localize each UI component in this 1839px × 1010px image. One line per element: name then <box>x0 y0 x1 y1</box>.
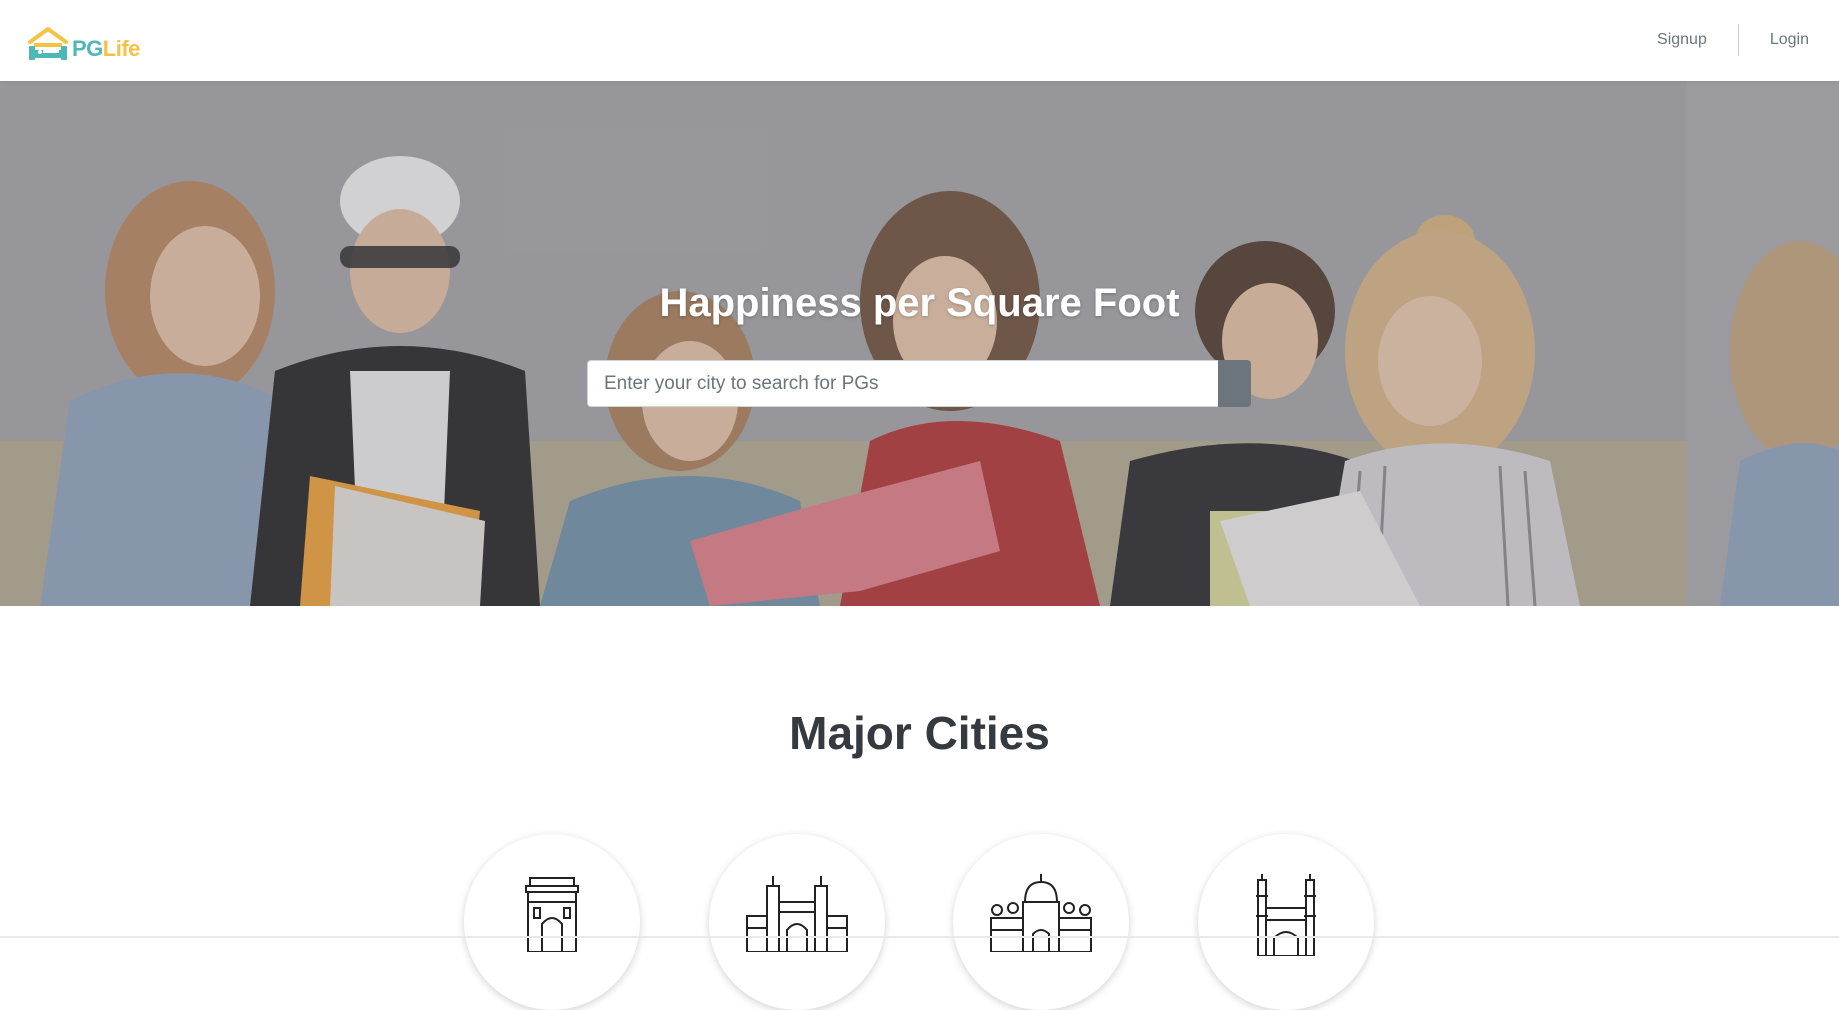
signup-link[interactable]: Signup <box>1626 22 1738 58</box>
palace-dome-icon <box>990 874 1092 952</box>
gateway-of-india-icon <box>746 876 848 952</box>
brand-logo[interactable]: PG Life <box>26 22 140 62</box>
hero-overlay <box>0 81 1839 606</box>
city-card-2[interactable] <box>709 834 885 1010</box>
house-bed-icon <box>28 27 68 60</box>
search-icon <box>1227 376 1243 392</box>
hero-banner: Happiness per Square Foot <box>0 81 1839 606</box>
navbar: PG Life Signup Login <box>0 0 1839 81</box>
major-cities-title: Major Cities <box>789 707 1050 759</box>
brand-name-life: Life <box>102 36 141 61</box>
nav-links: Signup Login <box>1626 22 1809 58</box>
search-button[interactable] <box>1218 360 1251 407</box>
city-search-form <box>587 360 1251 407</box>
city-search-input[interactable] <box>587 360 1218 407</box>
brand-name-pg: PG <box>72 36 103 61</box>
charminar-icon <box>1256 874 1316 956</box>
city-card-4[interactable] <box>1198 834 1374 1010</box>
city-card-1[interactable] <box>464 834 640 1010</box>
city-card-3[interactable] <box>953 834 1129 1010</box>
hero-title: Happiness per Square Foot <box>659 281 1180 325</box>
login-link[interactable]: Login <box>1739 22 1809 58</box>
india-gate-icon <box>525 877 579 952</box>
